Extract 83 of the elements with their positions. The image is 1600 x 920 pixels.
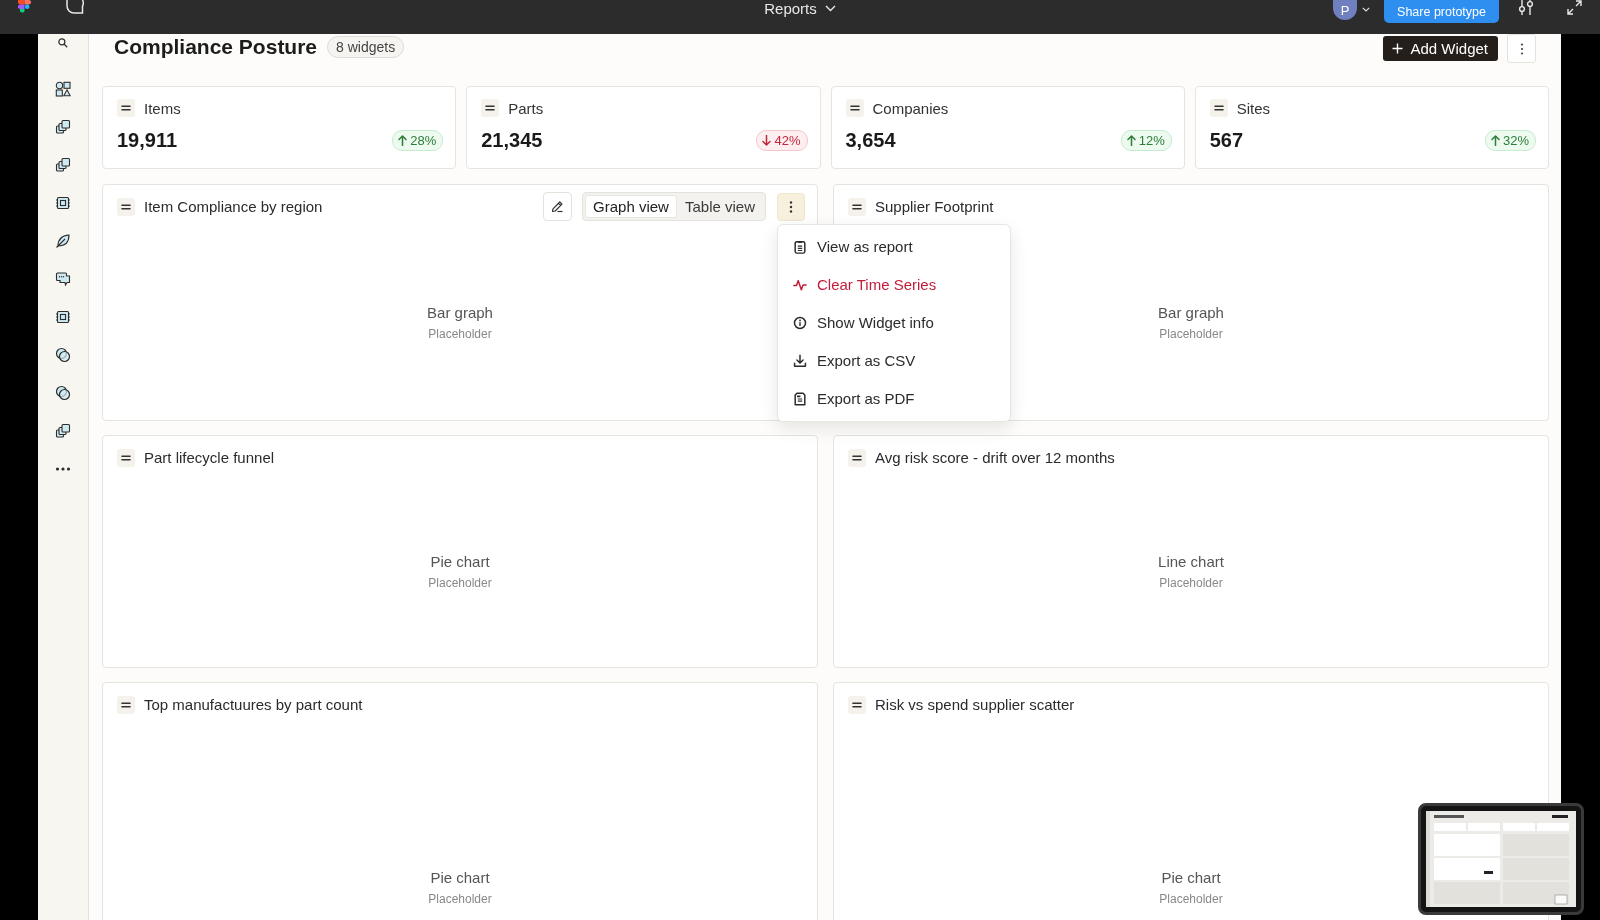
menu-item[interactable]: View as report	[778, 227, 1010, 266]
more-vertical-icon	[789, 200, 793, 213]
chart-placeholder-note: Placeholder	[1159, 891, 1223, 906]
pulse-icon	[793, 277, 807, 292]
arrow-down-icon	[762, 135, 772, 146]
document-icon	[793, 391, 807, 406]
chart-placeholder-note: Placeholder	[428, 891, 492, 906]
widget-title: Avg risk score - drift over 12 months	[875, 449, 1115, 466]
pencil-icon	[551, 200, 565, 213]
drag-handle-icon[interactable]	[117, 695, 135, 714]
stat-value: 3,654	[845, 129, 896, 152]
stat-value: 567	[1209, 129, 1244, 152]
chip-icon[interactable]	[55, 195, 71, 211]
overlapping-circles-icon[interactable]	[55, 385, 71, 401]
arrow-up-icon	[1490, 135, 1500, 146]
stacked-squares-icon[interactable]	[55, 119, 71, 135]
drag-handle-icon[interactable]	[848, 695, 866, 714]
plus-icon	[1392, 43, 1404, 54]
stacked-squares-icon[interactable]	[55, 423, 71, 439]
stacked-squares-icon[interactable]	[55, 157, 71, 173]
drag-handle-icon[interactable]	[117, 99, 135, 117]
chart-placeholder-note: Placeholder	[428, 327, 492, 341]
search-icon[interactable]	[57, 37, 69, 49]
drag-handle-icon[interactable]	[848, 448, 866, 467]
widget-title: Item Compliance by region	[144, 198, 323, 215]
chart-placeholder-note: Placeholder	[428, 576, 492, 590]
change-percent: 42%	[774, 133, 801, 148]
menu-item[interactable]: Export as PDF	[778, 379, 1010, 418]
stat-value: 19,911	[117, 129, 178, 152]
change-percent: 12%	[1138, 133, 1165, 148]
add-widget-button[interactable]: Add Widget	[1383, 36, 1498, 61]
chart-placeholder-label: Pie chart	[430, 553, 490, 570]
stat-label: Parts	[508, 99, 544, 117]
chevron-down-icon	[824, 4, 836, 12]
stat-label: Companies	[872, 99, 949, 117]
overlapping-circles-icon[interactable]	[55, 347, 71, 363]
menu-item[interactable]: Export as CSV	[778, 341, 1010, 380]
stat-label: Sites	[1236, 99, 1271, 117]
drag-handle-icon[interactable]	[848, 197, 866, 216]
widget-title: Risk vs spend supplier scatter	[875, 696, 1075, 713]
arrow-up-icon	[1126, 135, 1136, 146]
chat-bubbles-icon[interactable]	[55, 271, 71, 287]
expand-icon[interactable]	[1567, 0, 1582, 15]
stat-label: Items	[144, 99, 181, 117]
chart-placeholder-label: Pie chart	[430, 868, 490, 886]
info-icon	[793, 315, 807, 330]
page-heading: Compliance Posture	[114, 34, 318, 60]
drag-handle-icon[interactable]	[117, 197, 135, 216]
chart-placeholder-label: Line chart	[1158, 553, 1224, 570]
change-percent: 32%	[1502, 133, 1529, 148]
drag-handle-icon[interactable]	[1209, 99, 1228, 117]
sliders-icon[interactable]	[1517, 0, 1535, 16]
chart-placeholder-label: Pie chart	[1161, 868, 1221, 886]
drag-handle-icon[interactable]	[481, 99, 500, 117]
view-tab[interactable]: Table view	[676, 195, 763, 218]
avatar[interactable]: P	[1333, 0, 1358, 20]
download-icon	[793, 353, 807, 368]
stat-value: 21,345	[481, 129, 543, 152]
chart-placeholder-note: Placeholder	[1159, 327, 1223, 341]
arrow-up-icon	[398, 135, 408, 146]
menu-item[interactable]: Clear Time Series	[778, 265, 1010, 304]
widget-title: Supplier Footprint	[875, 198, 994, 215]
clipboard-icon	[793, 239, 807, 254]
edit-button[interactable]	[543, 192, 573, 221]
shapes-icon[interactable]	[55, 81, 71, 97]
chart-placeholder-label: Bar graph	[427, 304, 493, 321]
change-percent: 28%	[410, 133, 437, 148]
menu-item[interactable]: Show Widget info	[778, 303, 1010, 342]
view-tab[interactable]: Graph view	[585, 195, 677, 218]
widget-title: Top manufactuures by part count	[144, 696, 363, 713]
widget-count-pill: 8 widgets	[327, 36, 405, 58]
page-title-dropdown[interactable]: Reports	[760, 0, 840, 16]
speech-bubble-icon[interactable]	[66, 0, 84, 15]
drag-handle-icon[interactable]	[117, 448, 135, 467]
chart-placeholder-note: Placeholder	[1159, 576, 1223, 590]
widget-title: Part lifecycle funnel	[144, 449, 275, 466]
chart-placeholder-label: Bar graph	[1158, 304, 1224, 321]
logo-icon[interactable]	[18, 0, 31, 16]
chip-icon[interactable]	[55, 309, 71, 325]
leaf-icon[interactable]	[55, 233, 71, 249]
drag-handle-icon[interactable]	[845, 99, 864, 117]
chevron-down-icon[interactable]	[1362, 7, 1371, 12]
more-vertical-icon	[1519, 42, 1524, 55]
